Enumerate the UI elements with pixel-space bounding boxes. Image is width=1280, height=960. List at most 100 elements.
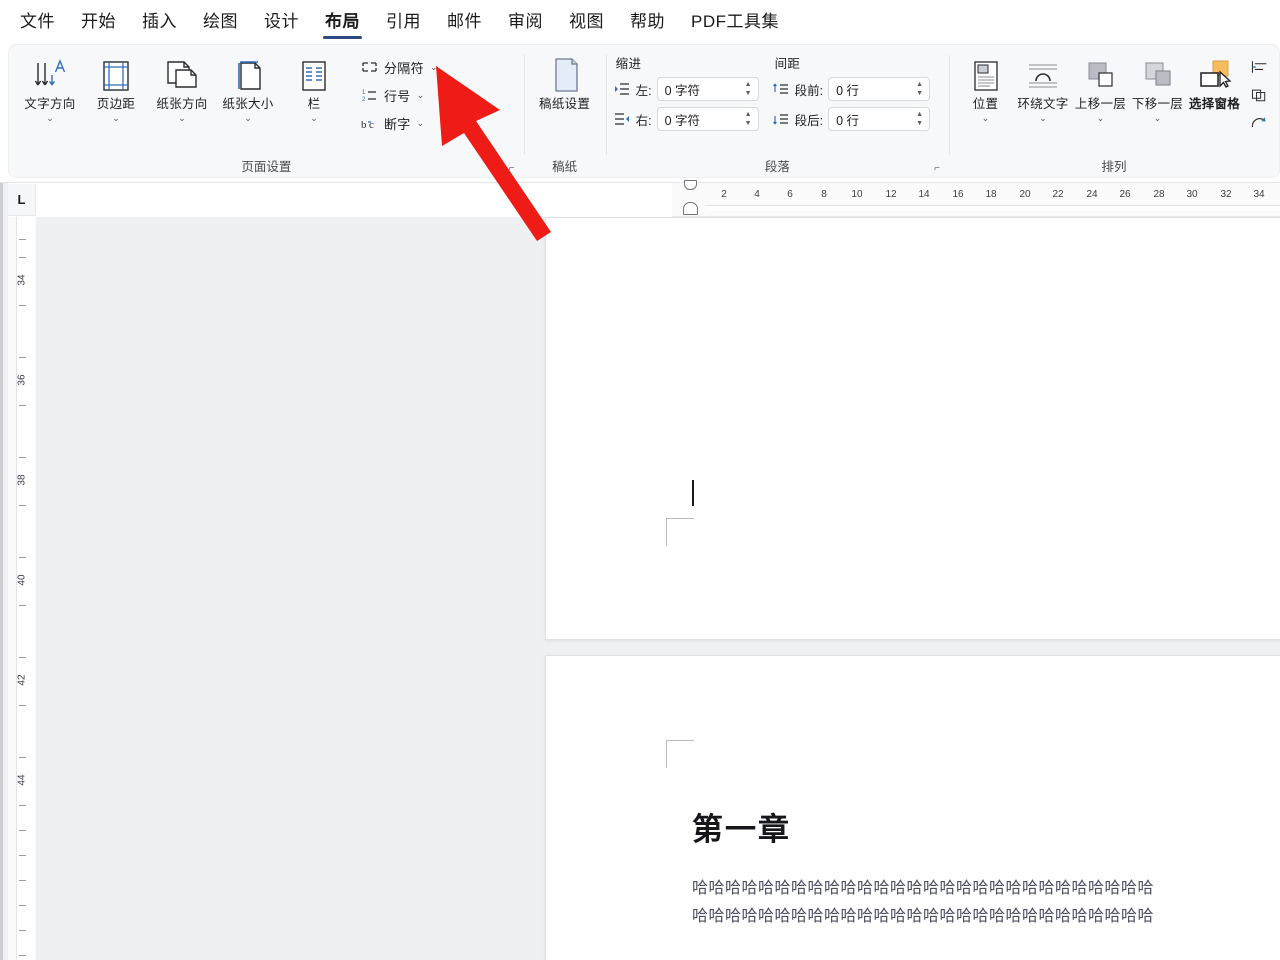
tab-draw[interactable]: 绘图	[201, 3, 240, 38]
hanging-indent-marker[interactable]	[683, 202, 698, 215]
ruler-tick: 2	[721, 189, 727, 200]
ruler-tick: 32	[1220, 189, 1231, 200]
chevron-down-icon[interactable]: ⌄	[112, 113, 120, 124]
button-orientation[interactable]: 纸张方向 ⌄	[149, 51, 215, 124]
button-label: 纸张方向	[156, 97, 207, 111]
ruler-tick: 26	[1119, 189, 1130, 200]
tab-home[interactable]: 开始	[79, 3, 118, 38]
document-page-1[interactable]	[545, 217, 1280, 640]
tab-pdf-tools[interactable]: PDF工具集	[689, 3, 781, 38]
chevron-down-icon[interactable]: ⌄	[1039, 113, 1047, 124]
space-after-input[interactable]: 0 行 ▲▼	[828, 107, 930, 131]
button-align[interactable]	[1247, 57, 1271, 76]
tab-references[interactable]: 引用	[384, 3, 423, 38]
group-arrange: 位置 ⌄ 环绕文字 ⌄	[949, 45, 1279, 177]
button-label: 栏	[308, 97, 321, 111]
tab-mailings[interactable]: 邮件	[445, 3, 484, 38]
tab-layout[interactable]: 布局	[323, 3, 362, 38]
ruler-tick: 14	[918, 189, 929, 200]
svg-text:c: c	[369, 119, 374, 131]
vertical-ruler[interactable]: 34 36 38 40 42 44	[8, 217, 36, 960]
document-workspace[interactable]: 第一章 哈哈哈哈哈哈哈哈哈哈哈哈哈哈哈哈哈哈哈哈哈哈哈哈哈哈哈哈 哈哈哈哈哈哈哈…	[36, 217, 1280, 960]
send-backward-icon	[1141, 55, 1175, 97]
ruler-tick: 28	[1153, 189, 1164, 200]
margin-corner-mark	[666, 518, 694, 546]
space-before-stepper[interactable]: ▲▼	[914, 79, 925, 99]
button-wrap-text[interactable]: 环绕文字 ⌄	[1014, 51, 1072, 124]
button-paper-size[interactable]: 纸张大小 ⌄	[215, 51, 281, 124]
chevron-down-icon[interactable]: ⌄	[417, 90, 425, 101]
field-value: 0 行	[836, 80, 859, 99]
ruler-tick: 24	[1086, 189, 1097, 200]
button-position[interactable]: 位置 ⌄	[957, 51, 1014, 124]
button-line-numbers[interactable]: 1 2 行号 ⌄	[357, 85, 440, 106]
word-window: 文件 开始 插入 绘图 设计 布局 引用 邮件 审阅 视图 帮助 PDF工具集	[0, 0, 1280, 960]
button-label: 分隔符	[384, 58, 424, 77]
ribbon-tabbar: 文件 开始 插入 绘图 设计 布局 引用 邮件 审阅 视图 帮助 PDF工具集	[0, 0, 1280, 40]
group-label-arrange: 排列	[957, 157, 1271, 177]
button-hyphenation[interactable]: b c 断字 ⌄	[357, 113, 440, 134]
button-columns[interactable]: 栏 ⌄	[281, 51, 347, 124]
button-send-backward[interactable]: 下移一层 ⌄	[1129, 51, 1186, 124]
tab-file[interactable]: 文件	[18, 3, 57, 38]
align-icon	[1250, 58, 1268, 75]
document-page-2[interactable]: 第一章 哈哈哈哈哈哈哈哈哈哈哈哈哈哈哈哈哈哈哈哈哈哈哈哈哈哈哈哈 哈哈哈哈哈哈哈…	[545, 655, 1280, 960]
chevron-down-icon[interactable]: ⌄	[417, 118, 425, 129]
indent-left-input[interactable]: 0 字符 ▲▼	[657, 77, 759, 101]
button-label: 上移一层	[1075, 97, 1126, 111]
indent-left-stepper[interactable]: ▲▼	[743, 79, 754, 99]
button-margins[interactable]: 页边距 ⌄	[83, 51, 149, 124]
button-group[interactable]	[1247, 85, 1271, 104]
space-after-row: 段后: 0 行 ▲▼	[773, 107, 930, 131]
space-before-input[interactable]: 0 行 ▲▼	[828, 77, 930, 101]
chevron-down-icon[interactable]: ⌄	[178, 113, 186, 124]
indent-right-label: 右:	[636, 110, 652, 129]
button-bring-forward[interactable]: 上移一层 ⌄	[1072, 51, 1129, 124]
chevron-down-icon[interactable]: ⌄	[1097, 113, 1105, 124]
ruler-tick: 8	[821, 189, 827, 200]
chevron-down-icon[interactable]: ⌄	[982, 113, 990, 124]
paragraph-dialog-launcher[interactable]: ⌐	[931, 163, 943, 175]
chevron-down-icon[interactable]: ⌄	[244, 113, 252, 124]
indent-right-input[interactable]: 0 字符 ▲▼	[657, 107, 759, 131]
space-after-icon	[773, 112, 790, 127]
tab-review[interactable]: 审阅	[506, 3, 545, 38]
document-heading: 第一章	[692, 804, 791, 849]
indent-right-stepper[interactable]: ▲▼	[743, 109, 754, 129]
tab-view[interactable]: 视图	[567, 3, 606, 38]
button-manuscript-settings[interactable]: 稿纸设置	[532, 51, 598, 111]
breaks-column: 分隔符 ⌄ 1 2 行号	[357, 51, 440, 134]
tab-design[interactable]: 设计	[262, 3, 301, 38]
chevron-down-icon[interactable]: ⌄	[310, 113, 318, 124]
button-rotate[interactable]	[1247, 113, 1271, 132]
indent-left-label: 左:	[636, 80, 652, 99]
chevron-down-icon[interactable]: ⌄	[1154, 113, 1162, 124]
page-setup-dialog-launcher[interactable]: ⌐	[506, 163, 518, 175]
button-selection-pane[interactable]: 选择窗格	[1186, 51, 1243, 111]
ruler-tick: 36	[17, 374, 28, 385]
tab-help[interactable]: 帮助	[628, 3, 667, 38]
horizontal-ruler[interactable]: 2 4 6 8 10 12 14 16 18 20 22 24 26 28 30…	[672, 183, 1280, 217]
field-value: 0 字符	[665, 80, 700, 99]
button-text-direction[interactable]: 文字方向 ⌄	[17, 51, 83, 124]
button-label: 断字	[384, 114, 411, 133]
tab-stop-selector[interactable]: L	[8, 184, 36, 216]
breaks-icon	[360, 59, 378, 76]
ribbon: 文字方向 ⌄ 页边距 ⌄	[0, 40, 1280, 183]
chevron-down-icon[interactable]: ⌄	[430, 62, 438, 73]
document-body-line-2: 哈哈哈哈哈哈哈哈哈哈哈哈哈哈哈哈哈哈哈哈哈哈哈哈哈哈哈哈	[692, 904, 1154, 930]
space-after-stepper[interactable]: ▲▼	[914, 109, 925, 129]
spacing-column: 间距 段前: 0 行	[773, 53, 930, 137]
indent-column: 缩进 左: 0 字符	[614, 53, 759, 137]
orientation-icon	[164, 55, 200, 97]
button-breaks[interactable]: 分隔符 ⌄	[357, 57, 440, 78]
ruler-tick: 18	[985, 189, 996, 200]
button-label: 环绕文字	[1014, 97, 1072, 111]
tab-insert[interactable]: 插入	[140, 3, 179, 38]
vertical-ruler-track	[16, 217, 34, 960]
chevron-down-icon[interactable]: ⌄	[46, 113, 54, 124]
ruler-tick: 44	[17, 774, 28, 785]
ruler-tick: 42	[17, 674, 28, 685]
indent-heading: 缩进	[616, 53, 759, 72]
space-before-row: 段前: 0 行 ▲▼	[773, 77, 930, 101]
